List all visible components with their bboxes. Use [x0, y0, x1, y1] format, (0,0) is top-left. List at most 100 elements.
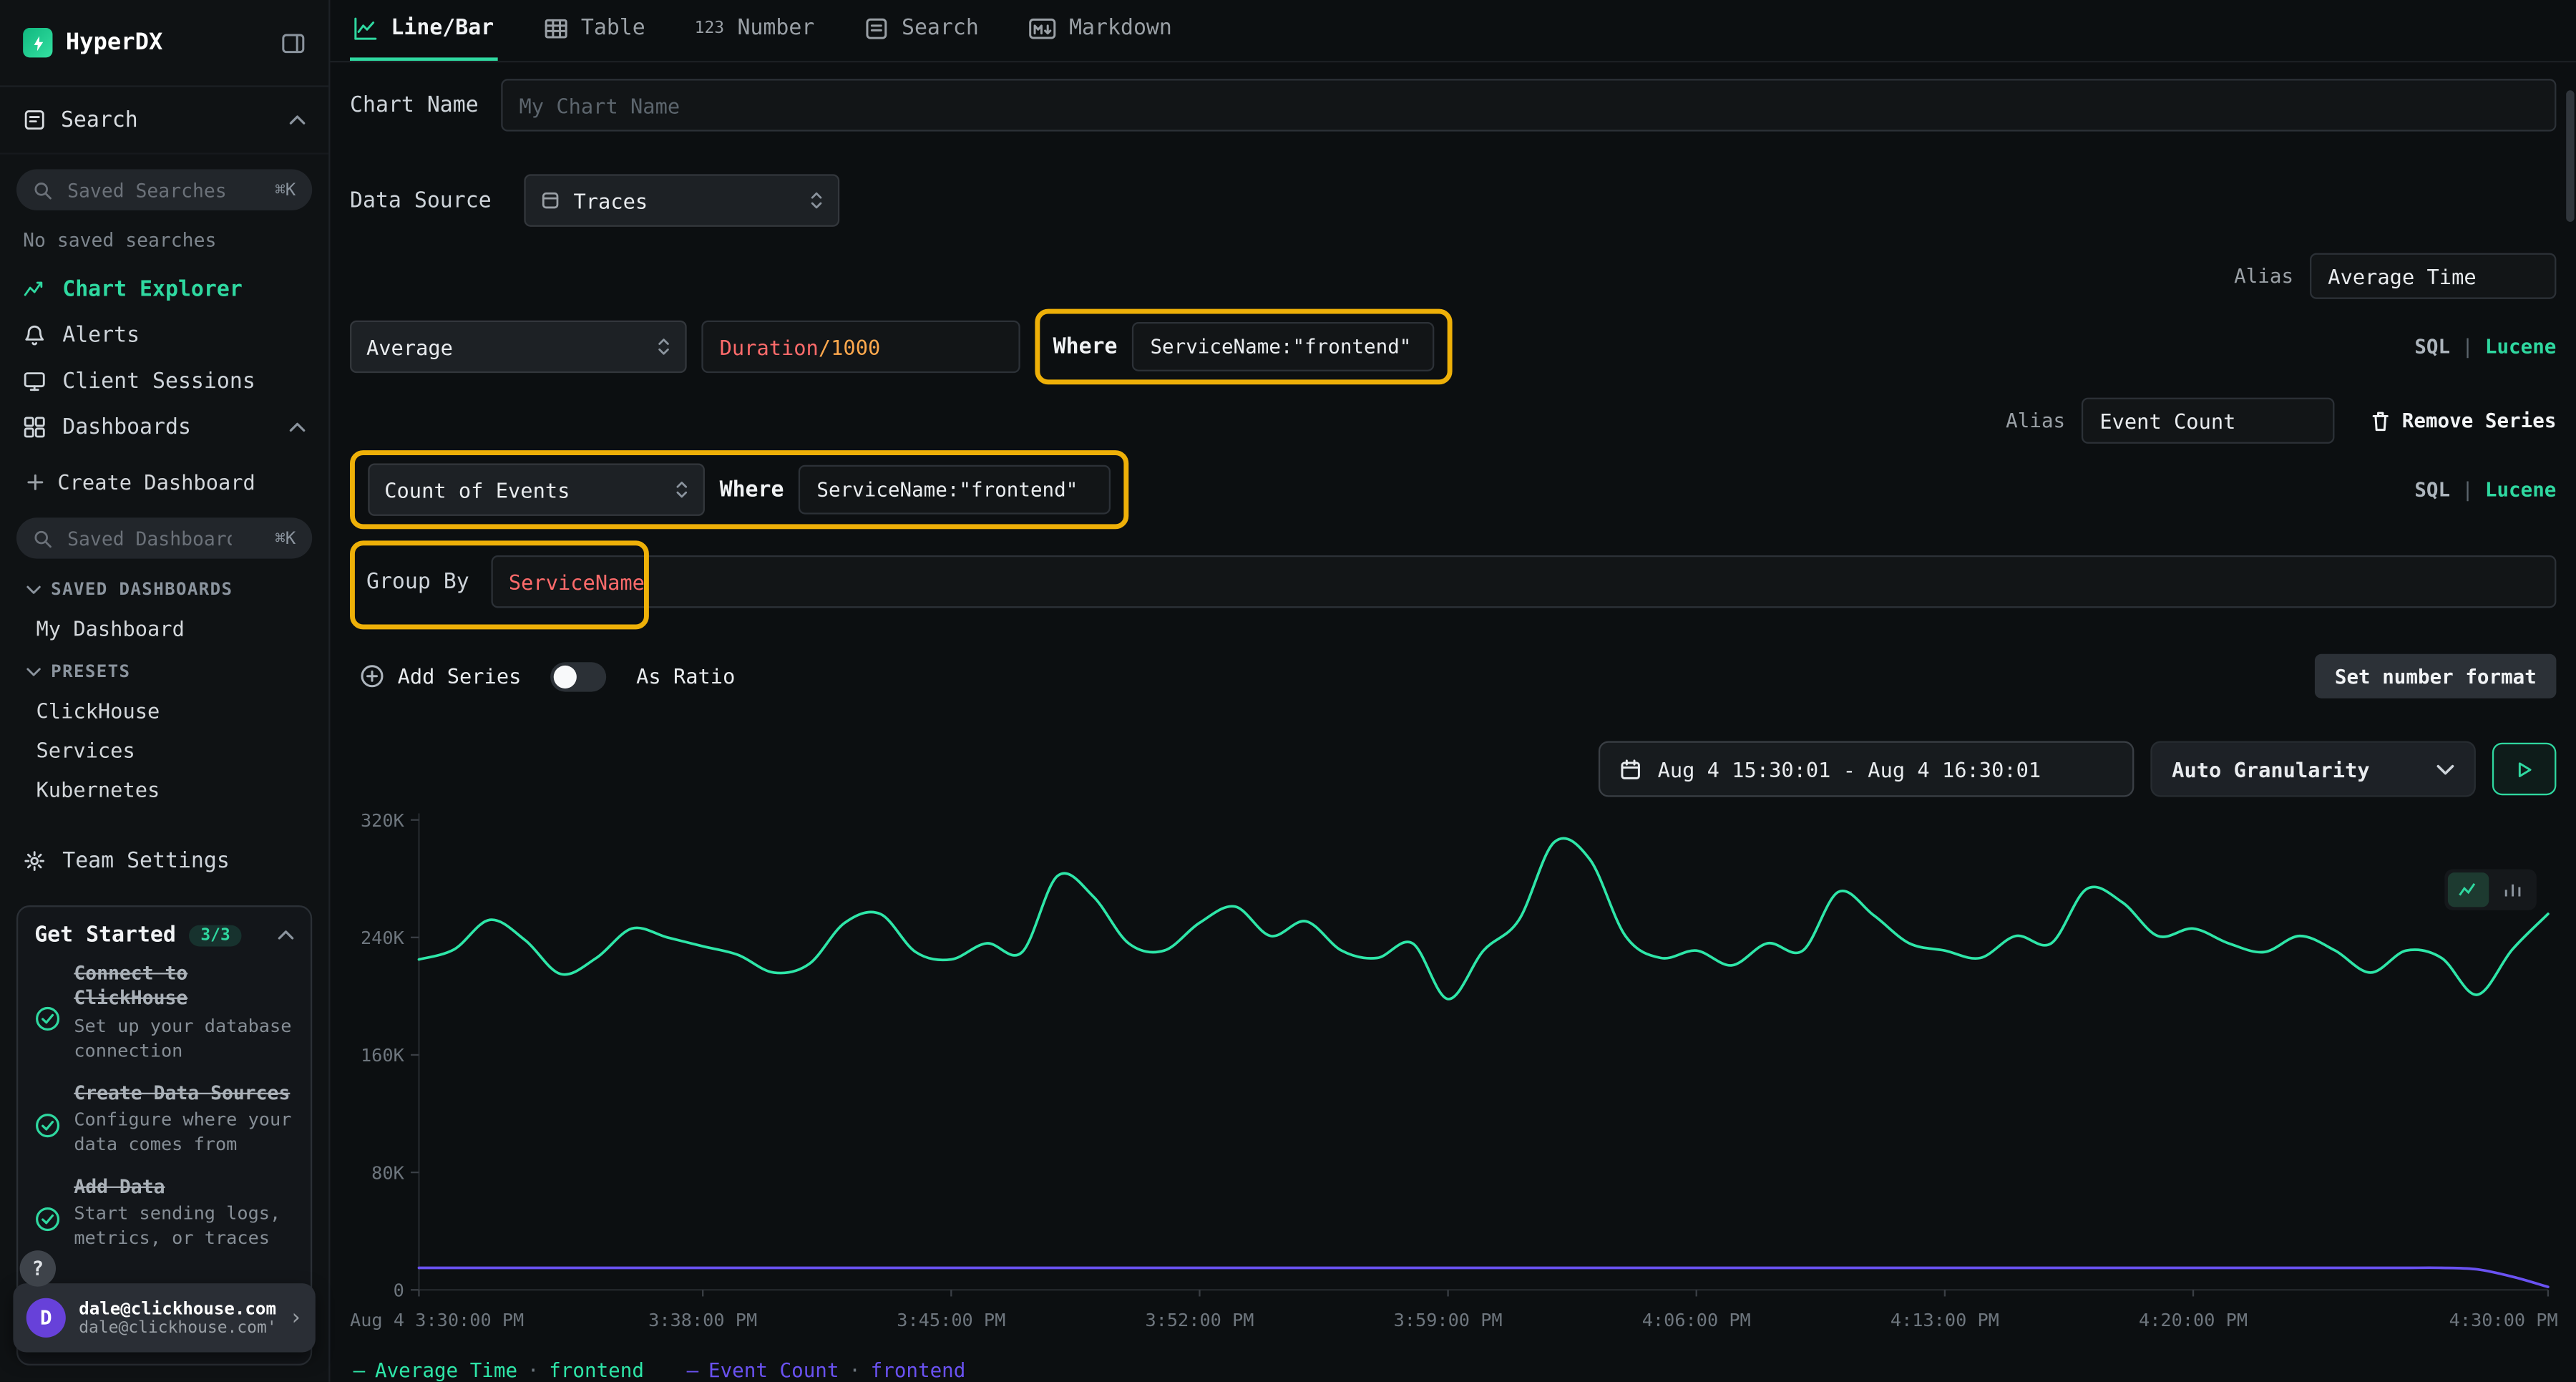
svg-text:80K: 80K	[371, 1162, 404, 1183]
sidebar-item-alerts[interactable]: Alerts	[0, 312, 328, 358]
data-source-select[interactable]: Traces	[525, 174, 840, 226]
get-started-item[interactable]: Create Data Sources Configure where your…	[34, 1081, 294, 1158]
play-icon	[2515, 760, 2533, 778]
chart-name-label: Chart Name	[350, 93, 482, 117]
sql-toggle[interactable]: SQL	[2414, 335, 2450, 358]
chart-legend: — Average Time · frontend — Event Count …	[350, 1353, 2556, 1382]
set-number-format-button[interactable]: Set number format	[2315, 654, 2556, 699]
time-range-picker[interactable]: Aug 4 15:30:01 - Aug 4 16:30:01	[1599, 741, 2134, 797]
chevrons-updown-icon	[675, 480, 688, 500]
svg-text:3:38:00 PM: 3:38:00 PM	[648, 1310, 757, 1330]
trash-icon	[2371, 410, 2391, 432]
shortcut-badge: ⌘K	[275, 180, 296, 200]
sidebar-item-kubernetes[interactable]: Kubernetes	[0, 769, 328, 808]
chart-name-input[interactable]	[501, 79, 2556, 131]
series1-alias-input[interactable]	[2310, 253, 2556, 299]
sidebar-item-services[interactable]: Services	[0, 729, 328, 769]
bar-chart-icon[interactable]	[2492, 872, 2533, 907]
timeseries-chart[interactable]: 320K240K160K80K0Aug 4 3:30:00 PM3:38:00 …	[350, 804, 2558, 1353]
legend-item-event-count[interactable]: — Event Count · frontend	[687, 1359, 966, 1382]
sql-toggle[interactable]: SQL	[2414, 478, 2450, 501]
granularity-select[interactable]: Auto Granularity	[2150, 741, 2476, 797]
nav-label: Alerts	[62, 323, 140, 347]
series2-where-input[interactable]	[799, 465, 1111, 515]
markdown-icon	[1028, 18, 1056, 39]
saved-searches-field[interactable]	[64, 177, 235, 203]
get-started-item[interactable]: Connect to ClickHouse Set up your databa…	[34, 961, 294, 1064]
highlight-annotation-where1: Where	[1035, 309, 1452, 385]
search-icon	[33, 528, 53, 548]
saved-searches-input[interactable]: ⌘K	[16, 169, 312, 210]
sidebar-item-team-settings[interactable]: Team Settings	[0, 838, 328, 884]
chevron-up-icon[interactable]	[289, 115, 306, 125]
chevron-up-icon[interactable]	[289, 422, 306, 432]
sidebar-section-search[interactable]: Search	[0, 87, 328, 155]
group-by-input[interactable]: ServiceName	[491, 555, 2557, 608]
where-label: Where	[1053, 334, 1118, 359]
tab-line-bar[interactable]: Line/Bar	[350, 0, 497, 61]
sidebar-item-dashboards[interactable]: Dashboards	[0, 404, 328, 450]
series1-language-toggle: SQL | Lucene	[2414, 335, 2556, 358]
search-section-icon	[23, 109, 46, 132]
svg-text:0: 0	[394, 1280, 404, 1300]
user-menu[interactable]: D dale@clickhouse.com dale@clickhouse.co…	[13, 1283, 315, 1352]
remove-series-button[interactable]: Remove Series	[2371, 409, 2556, 432]
get-started-item[interactable]: Add Data Start sending logs, metrics, or…	[34, 1174, 294, 1252]
help-button[interactable]: ?	[20, 1250, 57, 1287]
sidebar-item-chart-explorer[interactable]: Chart Explorer	[0, 266, 328, 312]
logo-row: HyperDX	[0, 0, 328, 87]
legend-item-average-time[interactable]: — Average Time · frontend	[353, 1359, 644, 1382]
section-saved-dashboards[interactable]: SAVED DASHBOARDS	[0, 572, 328, 608]
run-query-button[interactable]	[2492, 743, 2557, 795]
data-source-label: Data Source	[350, 188, 492, 213]
avatar: D	[26, 1298, 66, 1338]
brand-title: HyperDX	[66, 29, 281, 56]
nav-label: Chart Explorer	[62, 277, 243, 301]
tab-search[interactable]: Search	[861, 0, 982, 61]
svg-text:4:20:00 PM: 4:20:00 PM	[2139, 1310, 2248, 1330]
line-bar-icon	[353, 16, 378, 41]
sidebar-item-client-sessions[interactable]: Client Sessions	[0, 359, 328, 404]
sidebar-item-clickhouse[interactable]: ClickHouse	[0, 690, 328, 729]
lucene-toggle[interactable]: Lucene	[2485, 335, 2557, 358]
tab-table[interactable]: Table	[540, 0, 648, 61]
lucene-toggle[interactable]: Lucene	[2485, 478, 2557, 501]
sidebar-collapse-icon[interactable]	[281, 30, 306, 54]
saved-dashboards-field[interactable]	[64, 525, 235, 552]
tab-number[interactable]: 123 Number	[691, 0, 818, 61]
tab-markdown[interactable]: Markdown	[1025, 0, 1175, 61]
saved-dashboards-input[interactable]: ⌘K	[16, 517, 312, 558]
chevron-up-icon[interactable]	[278, 930, 294, 940]
svg-text:4:30:00 PM: 4:30:00 PM	[2449, 1310, 2558, 1330]
alias-label: Alias	[2006, 409, 2065, 432]
hyperdx-logo-icon	[23, 28, 52, 57]
svg-text:320K: 320K	[361, 810, 405, 831]
line-chart-icon[interactable]	[2448, 872, 2489, 907]
series1-where-input[interactable]	[1132, 322, 1434, 371]
search-icon	[33, 180, 53, 200]
chevrons-updown-icon	[810, 190, 823, 210]
chevron-down-icon	[26, 667, 42, 677]
calendar-icon	[1620, 759, 1641, 780]
chart-display-toggle	[2444, 870, 2537, 910]
scrollbar-thumb[interactable]	[2566, 90, 2574, 222]
search-section-label: Search	[61, 107, 138, 132]
chevron-down-icon	[26, 585, 42, 595]
create-dashboard-button[interactable]: Create Dashboard	[0, 460, 328, 503]
legend-swatch: —	[687, 1359, 699, 1382]
section-presets[interactable]: PRESETS	[0, 654, 328, 691]
nav-label: Client Sessions	[62, 369, 255, 393]
series1-field-input[interactable]: Duration/1000	[701, 321, 1020, 373]
series1-aggfn-select[interactable]: Average	[350, 321, 687, 373]
nav-label: Dashboards	[62, 415, 273, 439]
as-ratio-toggle[interactable]	[551, 661, 607, 691]
team-settings-label: Team Settings	[62, 849, 230, 873]
app-root: HyperDX Search ⌘K No saved searches	[0, 0, 2576, 1382]
svg-text:Aug 4 3:30:00 PM: Aug 4 3:30:00 PM	[350, 1310, 524, 1330]
add-series-button[interactable]: Add Series	[360, 664, 522, 688]
svg-text:240K: 240K	[361, 928, 405, 948]
series2-aggfn-select[interactable]: Count of Events	[368, 463, 705, 515]
gear-icon	[23, 850, 46, 872]
series2-alias-input[interactable]	[2082, 398, 2335, 444]
sidebar-item-my-dashboard[interactable]: My Dashboard	[0, 608, 328, 647]
